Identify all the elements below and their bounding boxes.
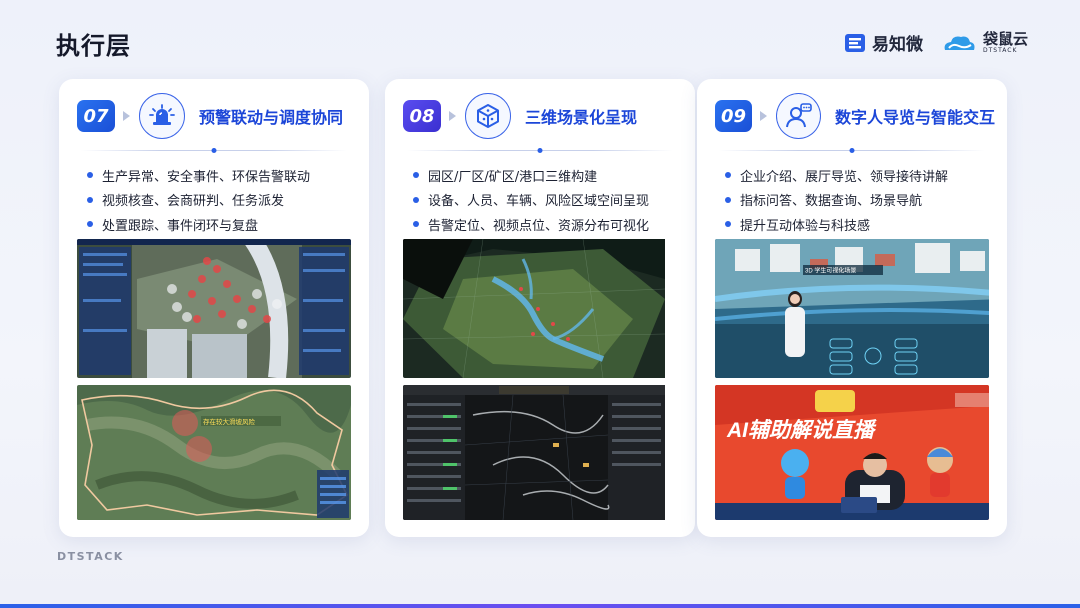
card-number-badge: 07: [77, 100, 115, 132]
card-header: 07 预警联动与调度协同: [77, 93, 357, 139]
screenshot-dark-road-network: [403, 385, 677, 520]
3d-cube-icon: [465, 93, 511, 139]
list-item: 生产异常、安全事件、环保告警联动: [87, 163, 310, 188]
bullet-list: 园区/厂区/矿区/港口三维构建 设备、人员、车辆、风险区域空间呈现 告警定位、视…: [413, 163, 649, 237]
alarm-light-icon: [139, 93, 185, 139]
divider: [719, 147, 985, 153]
card-header: 08 三维场景化呈现: [403, 93, 683, 139]
divider: [81, 147, 347, 153]
card-title: 数字人导览与智能交互: [834, 108, 995, 127]
easyv-logo-text: 易知微: [871, 35, 923, 55]
chevron-right-icon: [123, 111, 130, 121]
dtstack-logo: 袋鼠云 DTSTACK: [941, 31, 1028, 55]
bullet-list: 生产异常、安全事件、环保告警联动 视频核查、会商研判、任务派发 处置跟踪、事件闭…: [87, 163, 310, 237]
list-item: 设备、人员、车辆、风险区域空间呈现: [413, 188, 649, 213]
bottom-accent-bar: [0, 604, 1080, 608]
card-title: 预警联动与调度协同: [199, 108, 344, 127]
dtstack-cloud-icon: [944, 36, 975, 50]
easyv-logo: 易知微: [844, 30, 923, 55]
map-risk-label: 存在较大滑坡风险: [203, 417, 256, 426]
card-alert-linkage: 07 预警联动与调度协同 生产异常、安全事件、环保告警联动 视频核查、会商研判、…: [59, 79, 369, 537]
list-item: 告警定位、视频点位、资源分布可视化: [413, 212, 649, 237]
screenshot-digital-human-scene: 3D 学生可视化场景: [715, 239, 989, 378]
card-digital-human: 09 数字人导览与智能交互 企业介绍、展厅导览、领导接待讲解 指标问答、数据查询…: [697, 79, 1007, 537]
footer-brand: DTSTACK: [57, 550, 124, 563]
scene-label: 3D 学生可视化场景: [805, 267, 856, 275]
chevron-right-icon: [449, 111, 456, 121]
screenshot-3d-terrain-river: [403, 239, 677, 378]
easyv-logo-icon: [844, 33, 865, 52]
card-3d-scene: 08 三维场景化呈现 园区/厂区/矿区/港口三维构建 设备、人员、车辆、风险区域…: [385, 79, 695, 537]
dtstack-logo-text: 袋鼠云: [982, 29, 1028, 48]
digital-human-chat-icon: [776, 93, 821, 139]
card-title: 三维场景化呈现: [525, 108, 638, 127]
divider: [407, 147, 673, 153]
screenshot-3d-park-alarm: [77, 239, 351, 378]
card-header: 09 数字人导览与智能交互: [715, 93, 995, 139]
list-item: 企业介绍、展厅导览、领导接待讲解: [725, 163, 948, 188]
list-item: 指标问答、数据查询、场景导航: [725, 188, 948, 213]
screenshot-terrain-map: 存在较大滑坡风险: [77, 385, 351, 520]
screenshot-ai-live-stream: AI辅助解说直播: [715, 385, 989, 520]
chevron-right-icon: [760, 111, 768, 121]
bullet-list: 企业介绍、展厅导览、领导接待讲解 指标问答、数据查询、场景导航 提升互动体验与科…: [725, 163, 948, 237]
list-item: 视频核查、会商研判、任务派发: [87, 188, 310, 213]
list-item: 提升互动体验与科技感: [725, 212, 948, 237]
list-item: 处置跟踪、事件闭环与复盘: [87, 212, 310, 237]
page-title: 执行层: [56, 32, 131, 60]
card-number-badge: 08: [403, 100, 441, 132]
dtstack-logo-sub: DTSTACK: [982, 46, 1018, 54]
card-number-badge: 09: [715, 100, 753, 132]
live-stream-title: AI辅助解说直播: [726, 418, 877, 442]
logo-group: 易知微 袋鼠云 DTSTACK: [844, 30, 1028, 55]
list-item: 园区/厂区/矿区/港口三维构建: [413, 163, 649, 188]
